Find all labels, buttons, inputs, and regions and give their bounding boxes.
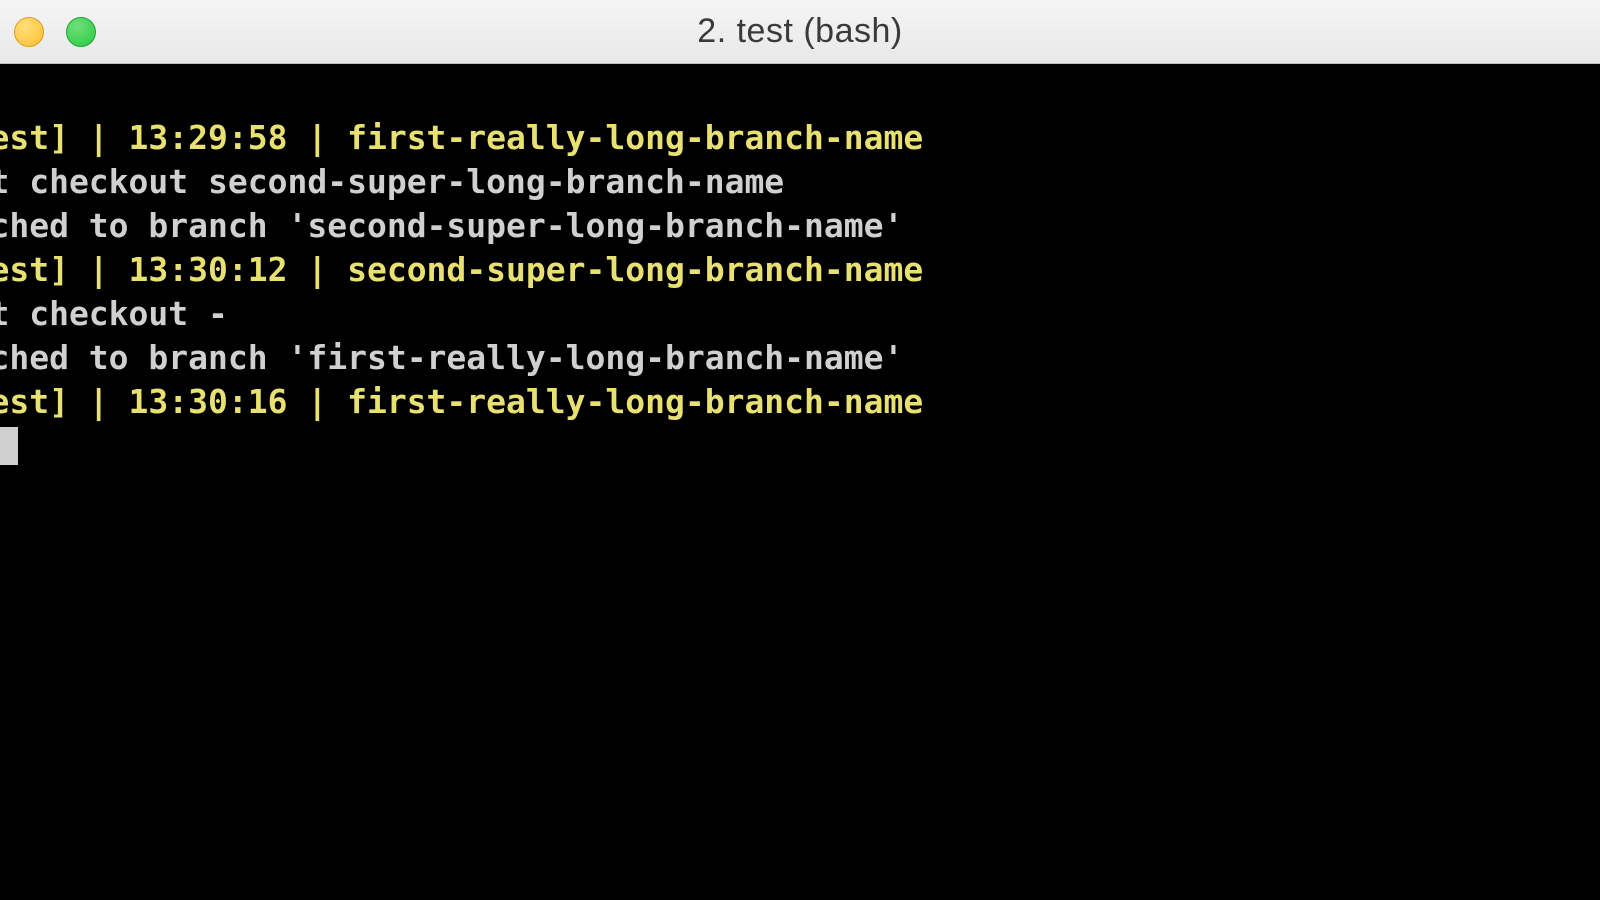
zoom-button[interactable]: [66, 17, 96, 47]
titlebar[interactable]: 2. test (bash): [0, 0, 1600, 64]
traffic-lights: [0, 17, 96, 47]
prompt-line: [~/test] | 13:30:12 | second-super-long-…: [0, 250, 923, 289]
terminal-body[interactable]: [~/test] | 13:29:58 | first-really-long-…: [0, 64, 1600, 900]
cursor: [0, 427, 18, 465]
prompt-line: [~/test] | 13:30:16 | first-really-long-…: [0, 382, 923, 421]
window-title: 2. test (bash): [0, 12, 1600, 51]
terminal-window: 2. test (bash) [~/test] | 13:29:58 | fir…: [0, 0, 1600, 900]
minimize-button[interactable]: [14, 17, 44, 47]
command-line: $ git checkout -: [0, 294, 228, 333]
output-line: Switched to branch 'second-super-long-br…: [0, 206, 903, 245]
prompt-line: [~/test] | 13:29:58 | first-really-long-…: [0, 118, 923, 157]
output-line: Switched to branch 'first-really-long-br…: [0, 338, 903, 377]
command-line: $ git checkout second-super-long-branch-…: [0, 162, 784, 201]
